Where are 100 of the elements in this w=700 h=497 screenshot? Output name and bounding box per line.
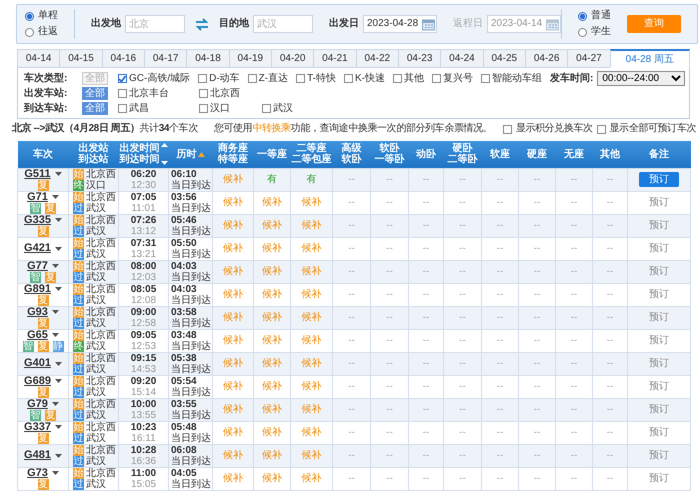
date-tab[interactable]: 04-17: [144, 49, 186, 68]
date-tab[interactable]: 04-18: [186, 49, 229, 68]
checkbox[interactable]: [432, 74, 442, 83]
arrival-day-text: 当日到达: [171, 432, 211, 444]
column-header[interactable]: 硬座: [527, 148, 547, 160]
arrival-time: 13:21: [130, 248, 156, 260]
checkbox[interactable]: [262, 104, 271, 113]
column-header[interactable]: 无座: [564, 148, 584, 160]
train-number-link[interactable]: G689: [24, 376, 51, 386]
train-number-link[interactable]: G93: [27, 306, 48, 318]
seat-status: 候补: [223, 335, 243, 346]
column-header[interactable]: 出发时间 到达时间: [120, 143, 160, 166]
train-number-link[interactable]: G511: [24, 168, 51, 180]
train-number-link[interactable]: G79: [27, 398, 48, 410]
date-tab[interactable]: 04-19: [228, 49, 271, 68]
seat-status: --: [570, 312, 578, 323]
seat-status: 候补: [223, 266, 243, 277]
seat-status: 候补: [262, 473, 282, 484]
seat-status: --: [459, 289, 466, 300]
checkbox[interactable]: [199, 89, 208, 98]
radio-button[interactable]: [578, 12, 587, 20]
date-tab[interactable]: 04-14: [17, 49, 60, 68]
checkbox[interactable]: [118, 104, 127, 113]
all-filter-chip[interactable]: 全部: [82, 87, 108, 100]
date-tab[interactable]: 04-28 周五: [610, 49, 690, 68]
column-header[interactable]: 商务座 特等座: [218, 143, 248, 166]
date-input[interactable]: 2023-04-28: [366, 18, 422, 30]
checkbox[interactable]: [393, 74, 402, 83]
date-field[interactable]: 2023-04-28: [363, 15, 437, 33]
checkbox[interactable]: [344, 74, 354, 83]
seat-status: --: [348, 404, 355, 415]
station-name: 武汉: [86, 478, 106, 490]
duration-text: 03:48: [171, 330, 197, 340]
train-number-link[interactable]: G77: [27, 260, 48, 272]
radio-button[interactable]: [25, 12, 34, 20]
all-filter-chip[interactable]: 全部: [82, 72, 108, 85]
time-select[interactable]: 00:00--24:00: [597, 71, 686, 86]
column-header[interactable]: 软座: [490, 148, 510, 160]
radio-button[interactable]: [25, 28, 34, 36]
arrival-time: 14:53: [130, 364, 156, 374]
arrival-time: 12:08: [130, 294, 156, 306]
train-number-link[interactable]: G335: [24, 214, 51, 226]
train-number-link[interactable]: G73: [27, 468, 48, 478]
checkbox[interactable]: [296, 74, 306, 83]
column-header[interactable]: 二等座 二等包座: [292, 143, 332, 166]
column-header[interactable]: 硬卧 二等卧: [448, 143, 478, 166]
seat-status: --: [496, 197, 504, 208]
column-header[interactable]: 高级 软卧: [342, 143, 362, 166]
checkbox[interactable]: [502, 124, 512, 134]
seat-status: --: [570, 220, 578, 231]
train-feature-tag: 复: [45, 272, 56, 282]
station-name: 北京西: [86, 468, 116, 478]
book-button[interactable]: 预订: [639, 172, 679, 187]
date-tab[interactable]: 04-22: [356, 49, 398, 68]
train-number-link[interactable]: G337: [24, 422, 51, 432]
date-tab[interactable]: 04-16: [102, 49, 144, 68]
checkbox[interactable]: [118, 74, 127, 83]
date-tab[interactable]: 04-27: [567, 49, 610, 68]
checkbox-label: 北京丰台: [129, 88, 169, 100]
station-name: 武汉: [86, 226, 106, 236]
checkbox[interactable]: [118, 89, 127, 98]
seat-status: 候补: [262, 335, 282, 346]
all-filter-chip[interactable]: 全部: [82, 102, 108, 115]
column-header[interactable]: 其他: [600, 148, 620, 160]
station-name: 北京西: [86, 422, 116, 432]
checkbox[interactable]: [198, 74, 208, 83]
checkbox[interactable]: [199, 104, 208, 113]
date-tab[interactable]: 04-20: [270, 49, 314, 68]
arrival-day-text: 当日到达: [171, 456, 211, 466]
station-tag: 始: [73, 468, 84, 478]
date-tab[interactable]: 04-15: [59, 49, 102, 68]
checkbox[interactable]: [481, 74, 490, 83]
caret-icon: [54, 246, 62, 250]
departure-time: 09:05: [130, 330, 156, 340]
transfer-link[interactable]: 中转换乘: [252, 123, 291, 134]
search-button[interactable]: 查询: [627, 15, 681, 33]
date-tab[interactable]: 04-23: [398, 49, 440, 68]
column-header[interactable]: 历时: [176, 148, 196, 160]
station-tag: 始: [73, 260, 84, 272]
column-header[interactable]: 一等座: [257, 148, 287, 160]
station-name: 武汉: [86, 456, 106, 466]
date-tab[interactable]: 04-25: [482, 49, 525, 68]
column-header[interactable]: 动卧: [416, 148, 436, 160]
column-header[interactable]: 软卧 一等卧: [374, 143, 404, 166]
column-header[interactable]: 备注: [649, 148, 669, 160]
date-tab[interactable]: 04-21: [313, 49, 356, 68]
text-input-field[interactable]: 武汉: [253, 15, 313, 33]
seat-status: --: [606, 266, 614, 277]
train-number-link[interactable]: G71: [27, 192, 48, 202]
radio-button[interactable]: [578, 28, 587, 36]
column-header[interactable]: 车次: [33, 148, 53, 160]
date-tab[interactable]: 04-26: [524, 49, 568, 68]
text-input-field[interactable]: 北京: [125, 15, 185, 33]
checkbox[interactable]: [248, 74, 257, 83]
train-number-link[interactable]: G891: [24, 284, 51, 294]
train-number-link[interactable]: G65: [27, 330, 48, 340]
arrival-time: 12:03: [130, 272, 156, 282]
date-tab[interactable]: 04-24: [440, 49, 483, 68]
column-header[interactable]: 出发站 到达站: [78, 143, 108, 166]
checkbox[interactable]: [596, 124, 606, 134]
